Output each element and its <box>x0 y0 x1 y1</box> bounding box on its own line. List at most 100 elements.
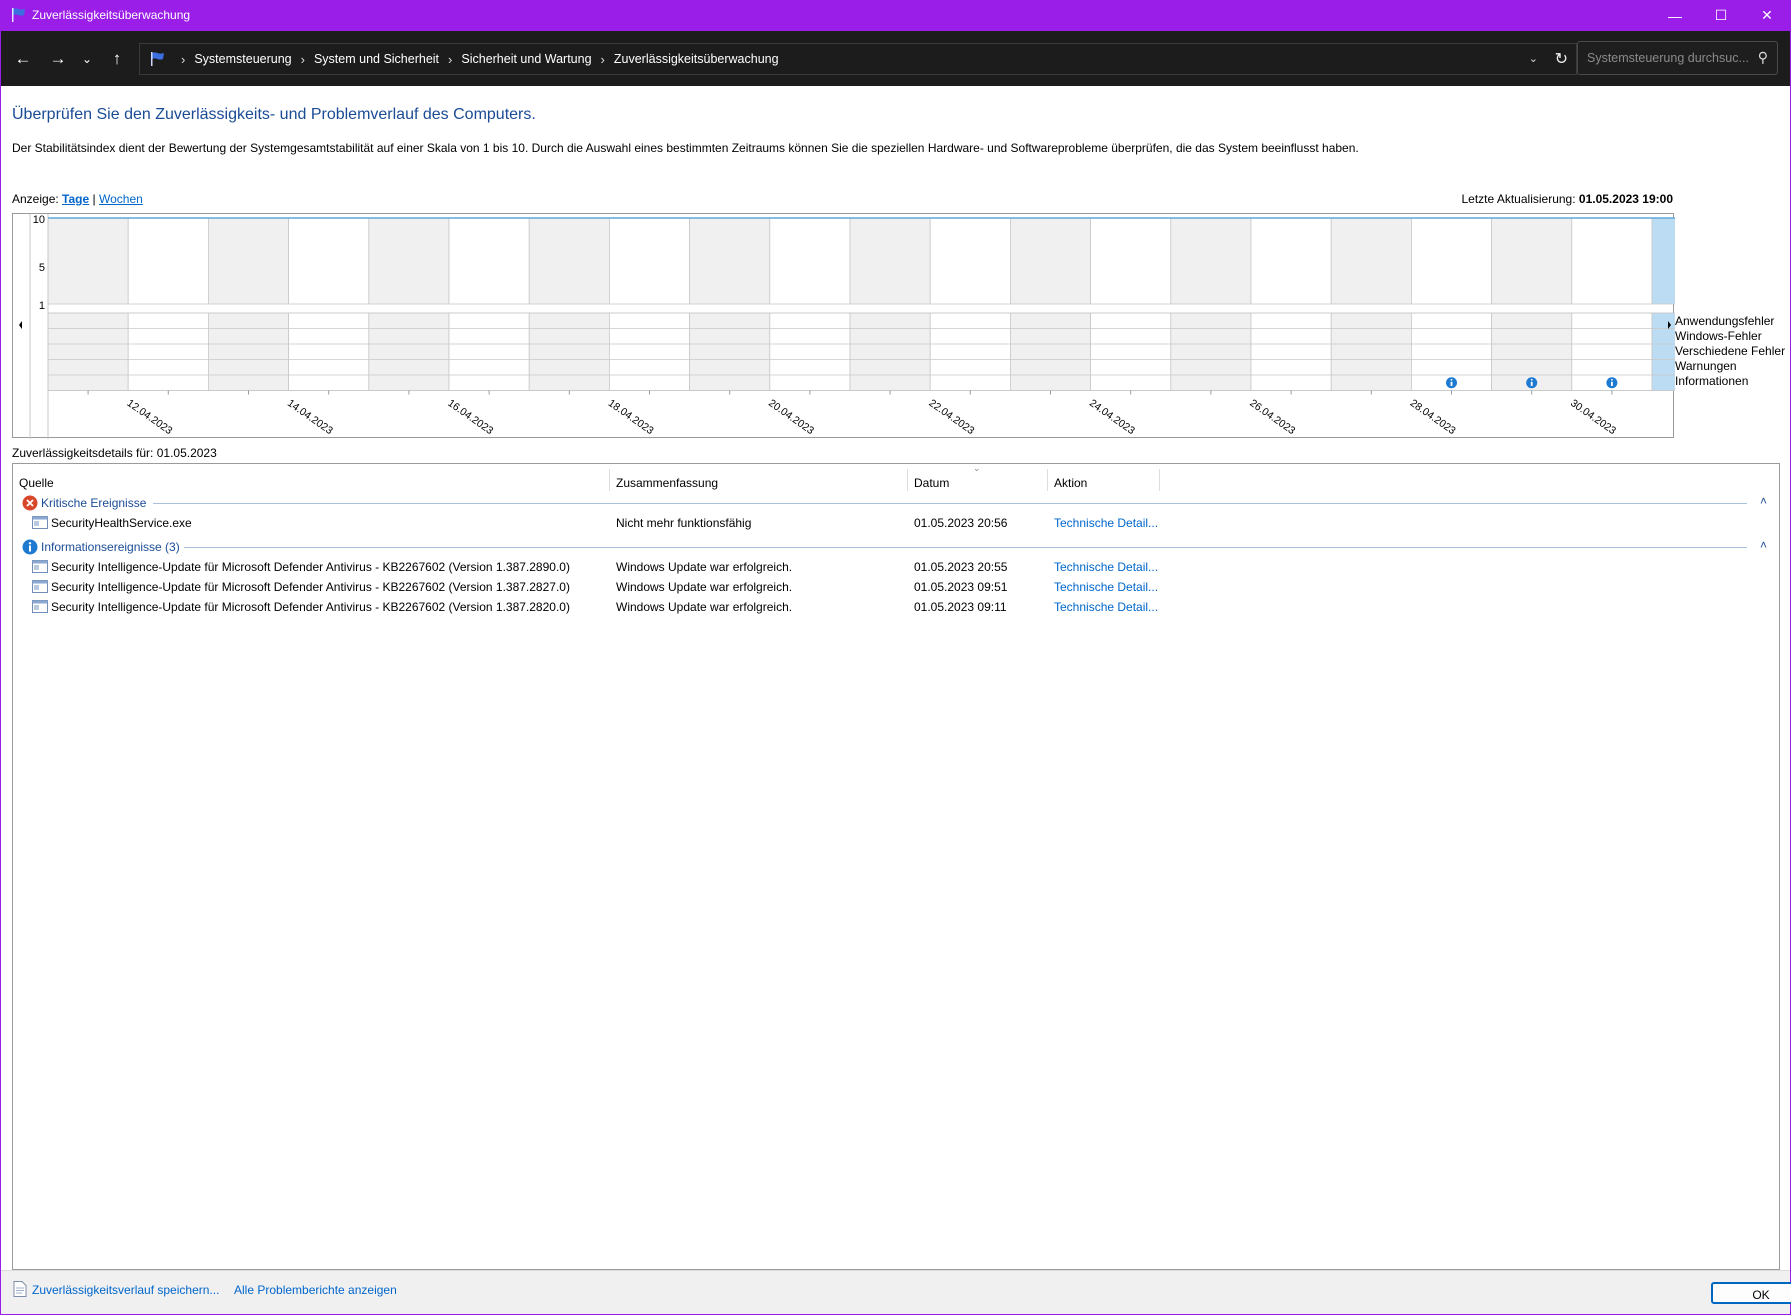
event-source: Security Intelligence-Update für Microso… <box>51 580 570 594</box>
view-label: Anzeige: <box>12 192 59 206</box>
show-all-reports-link[interactable]: Alle Problemberichte anzeigen <box>234 1283 397 1297</box>
info-icon-dot <box>1450 378 1453 381</box>
save-history-link[interactable]: Zuverlässigkeitsverlauf speichern... <box>32 1283 219 1297</box>
view-weeks-link[interactable]: Wochen <box>99 192 143 206</box>
stability-column[interactable] <box>127 217 209 305</box>
x-tick-label: 12.04.2023 <box>125 397 175 437</box>
column-header-action[interactable]: Aktion <box>1048 469 1160 491</box>
list-item[interactable]: SecurityHealthService.exe Nicht mehr fun… <box>13 512 1779 532</box>
stability-chart-svg[interactable]: 10 5 1 12.04.2023 14.04.2023 16.04.2023 18.04.… <box>13 214 1675 439</box>
event-date: 01.05.2023 20:55 <box>914 560 1008 574</box>
back-arrow-icon[interactable]: ← <box>9 45 37 73</box>
forward-arrow-icon[interactable]: → <box>44 45 72 73</box>
footer-bar: Zuverlässigkeitsverlauf speichern... All… <box>1 1270 1791 1314</box>
stability-column[interactable] <box>1250 217 1332 305</box>
address-bar[interactable]: › Systemsteuerung › System und Sicherhei… <box>139 43 1577 75</box>
view-switcher: Anzeige: Tage | Wochen <box>12 192 143 206</box>
application-window-icon <box>32 580 48 593</box>
address-dropdown-chevron-icon[interactable]: ⌄ <box>1529 52 1538 65</box>
breadcrumb-sicherheit-und-wartung[interactable]: Sicherheit und Wartung <box>461 52 591 66</box>
collapse-chevron-icon[interactable]: ˄ <box>1760 538 1767 552</box>
stability-column[interactable] <box>207 217 289 305</box>
technical-details-link[interactable]: Technische Detail... <box>1054 580 1158 594</box>
up-arrow-icon[interactable]: ↑ <box>103 45 131 73</box>
view-days-link[interactable]: Tage <box>62 192 89 206</box>
x-tick-label: 30.04.2023 <box>1568 397 1618 437</box>
event-column <box>207 312 289 391</box>
search-input[interactable]: Systemsteuerung durchsuc... ⚲ <box>1577 41 1778 75</box>
event-source: Security Intelligence-Update für Microso… <box>51 600 570 614</box>
event-column <box>1170 312 1252 391</box>
list-item[interactable]: Security Intelligence-Update für Microso… <box>13 556 1779 576</box>
group-title: Kritische Ereignisse <box>41 496 147 510</box>
info-icon-dot <box>1611 378 1613 381</box>
technical-details-link[interactable]: Technische Detail... <box>1054 600 1158 614</box>
recent-locations-chevron-icon[interactable]: ⌄ <box>73 45 101 73</box>
details-title: Zuverlässigkeitsdetails für: 01.05.2023 <box>12 446 217 460</box>
stability-column[interactable] <box>528 217 610 305</box>
last-update-value: 01.05.2023 19:00 <box>1578 192 1673 206</box>
group-information-events[interactable]: Informationsereignisse (3) ˄ <box>22 537 1771 557</box>
breadcrumb-zuverlaessigkeitsueberwachung[interactable]: Zuverlässigkeitsüberwachung <box>614 52 779 66</box>
stability-column[interactable] <box>769 217 851 305</box>
breadcrumb-system-und-sicherheit[interactable]: System und Sicherheit <box>314 52 439 66</box>
maximize-button[interactable]: ☐ <box>1698 0 1744 31</box>
stability-column[interactable] <box>1571 217 1653 305</box>
refresh-icon[interactable]: ↻ <box>1555 49 1568 69</box>
stability-column[interactable] <box>849 217 931 305</box>
critical-error-icon <box>22 495 38 511</box>
stability-column[interactable] <box>689 217 771 305</box>
y-tick-label: 1 <box>39 300 45 312</box>
page-description: Der Stabilitätsindex dient der Bewertung… <box>12 141 1359 155</box>
group-title: Informationsereignisse (3) <box>41 540 180 554</box>
stability-column[interactable] <box>1170 217 1252 305</box>
stability-column[interactable] <box>448 217 530 305</box>
chevron-right-icon: › <box>181 51 186 67</box>
event-column <box>528 312 610 391</box>
view-separator: | <box>92 192 96 206</box>
stability-column[interactable] <box>1491 217 1573 305</box>
scroll-left-arrow-icon[interactable] <box>19 321 22 329</box>
technical-details-link[interactable]: Technische Detail... <box>1054 560 1158 574</box>
list-item[interactable]: Security Intelligence-Update für Microso… <box>13 596 1779 616</box>
group-critical-events[interactable]: Kritische Ereignisse ˄ <box>22 493 1771 513</box>
search-placeholder: Systemsteuerung durchsuc... <box>1587 51 1749 65</box>
legend-application-errors: Anwendungsfehler <box>1675 314 1775 328</box>
stability-chart[interactable]: 10 5 1 12.04.2023 14.04.2023 16.04.2023 18.04.… <box>12 213 1675 439</box>
event-date: 01.05.2023 09:11 <box>914 600 1007 614</box>
stability-column[interactable] <box>288 217 370 305</box>
ok-button[interactable]: OK <box>1711 1282 1791 1304</box>
chevron-right-icon: › <box>600 51 605 67</box>
stability-column[interactable] <box>929 217 1011 305</box>
info-icon <box>22 539 38 555</box>
legend-information: Informationen <box>1675 374 1749 388</box>
technical-details-link[interactable]: Technische Detail... <box>1054 516 1158 530</box>
list-item[interactable]: Security Intelligence-Update für Microso… <box>13 576 1779 596</box>
event-column <box>609 312 691 391</box>
event-source: Security Intelligence-Update für Microso… <box>51 560 570 574</box>
stability-column[interactable] <box>1330 217 1412 305</box>
close-button[interactable]: ✕ <box>1744 0 1790 31</box>
stability-column[interactable] <box>1010 217 1092 305</box>
minimize-button[interactable]: — <box>1652 0 1698 31</box>
info-icon-bar <box>1450 381 1453 386</box>
event-date: 01.05.2023 09:51 <box>914 580 1008 594</box>
stability-column[interactable] <box>1651 217 1675 305</box>
info-icon-bar <box>1530 381 1533 386</box>
x-tick-label: 26.04.2023 <box>1247 397 1297 437</box>
collapse-chevron-icon[interactable]: ˄ <box>1760 494 1767 508</box>
breadcrumb-systemsteuerung[interactable]: Systemsteuerung <box>194 52 291 66</box>
group-divider <box>153 503 1747 504</box>
stability-column[interactable] <box>368 217 450 305</box>
search-icon[interactable]: ⚲ <box>1758 49 1768 66</box>
column-header-source[interactable]: Quelle <box>13 469 610 491</box>
stability-column[interactable] <box>609 217 691 305</box>
stability-column[interactable] <box>1411 217 1493 305</box>
column-header-summary[interactable]: Zusammenfassung <box>610 469 908 491</box>
flag-icon <box>12 8 25 22</box>
last-update: Letzte Aktualisierung: 01.05.2023 19:00 <box>1461 192 1673 206</box>
chevron-right-icon: › <box>300 51 305 67</box>
stability-column[interactable] <box>47 217 129 305</box>
document-save-icon <box>13 1281 27 1297</box>
stability-column[interactable] <box>1090 217 1172 305</box>
